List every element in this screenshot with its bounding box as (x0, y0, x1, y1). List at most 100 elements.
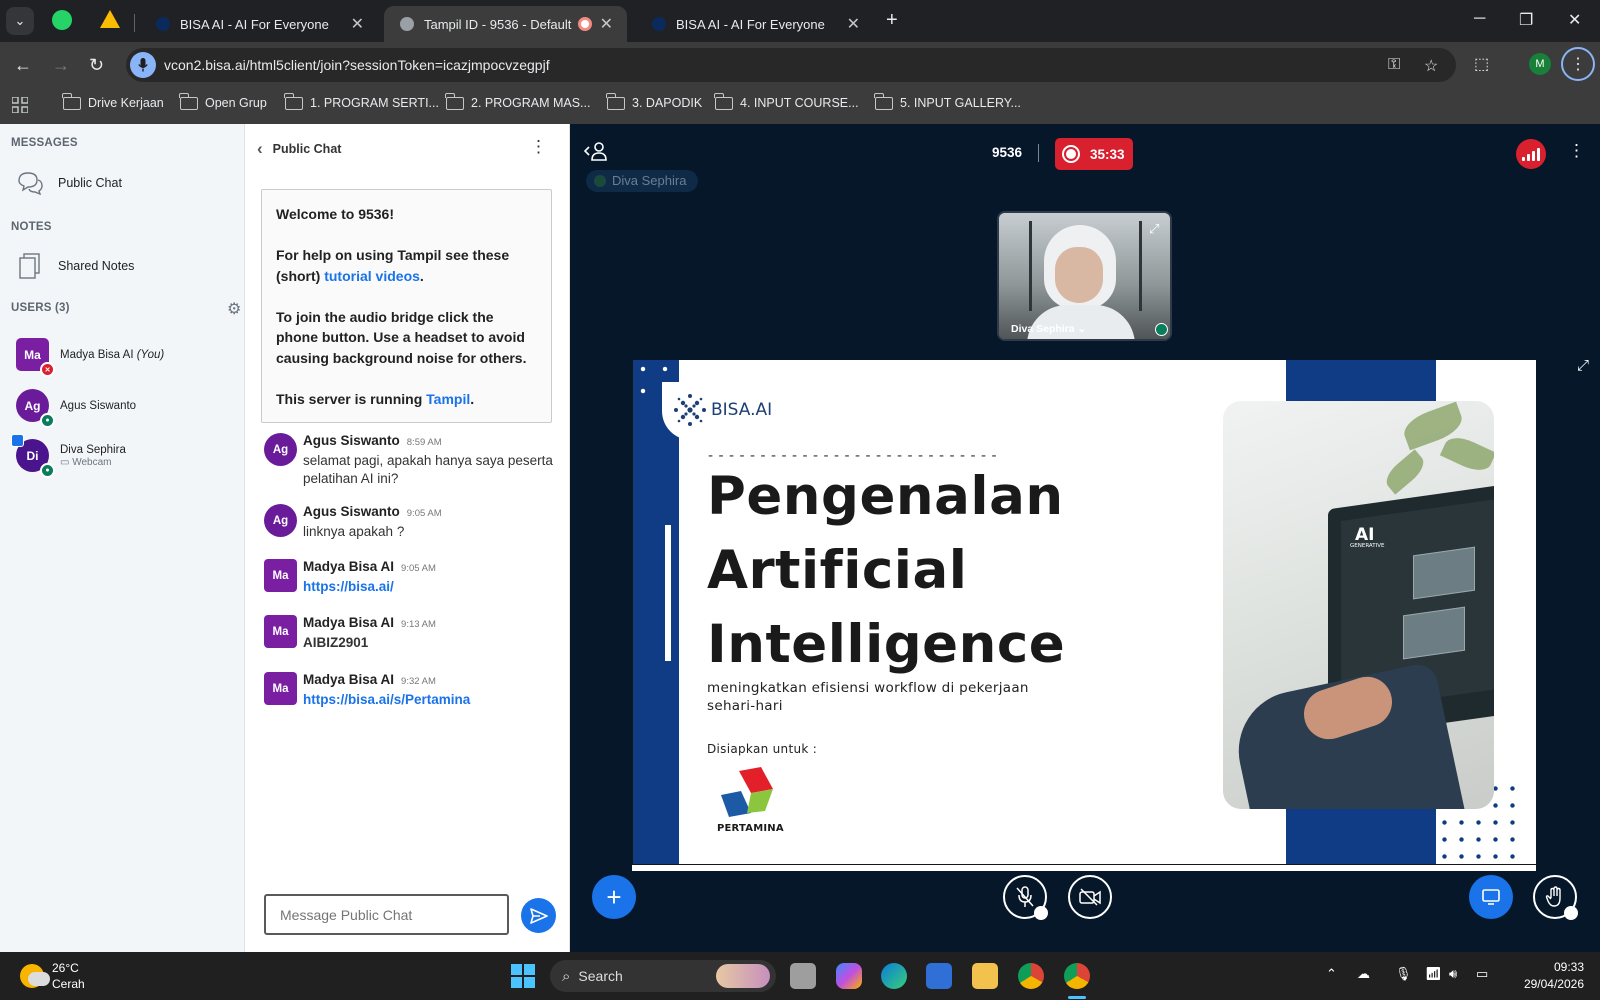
mic-in-use-icon[interactable] (130, 52, 156, 78)
url-text: vcon2.bisa.ai/html5client/join?sessionTo… (164, 57, 550, 73)
fullscreen-icon[interactable]: ⤢ (1149, 221, 1159, 237)
presentation-fullscreen-icon[interactable]: ⤢ (1577, 357, 1589, 374)
tab-label: Tampil ID - 9536 - Default p (424, 16, 572, 32)
weather-text: 26°C Cerah (52, 960, 85, 992)
reload-button[interactable]: ↻ (89, 55, 104, 76)
connection-status-button[interactable] (1516, 139, 1546, 169)
chat-header[interactable]: ‹ Public Chat (257, 139, 341, 159)
share-screen-button[interactable] (1469, 875, 1513, 919)
task-view-icon[interactable] (790, 963, 816, 989)
bookmark-program-mas[interactable]: 2. PROGRAM MAS... (445, 92, 590, 110)
copilot-icon[interactable] (836, 963, 862, 989)
close-icon[interactable]: ✕ (351, 14, 364, 34)
messages-section-title: MESSAGES (11, 137, 78, 149)
back-button[interactable]: ← (14, 55, 32, 76)
omnibox[interactable]: vcon2.bisa.ai/html5client/join?sessionTo… (126, 48, 1456, 82)
message-link[interactable]: https://bisa.ai/ (303, 578, 559, 596)
recording-icon (577, 17, 592, 31)
bookmark-open-grup[interactable]: Open Grup (179, 92, 267, 110)
camera-button[interactable] (1068, 875, 1112, 919)
chat-options-button[interactable]: ⋮ (530, 137, 547, 157)
bookmark-label: Drive Kerjaan (88, 96, 164, 110)
file-explorer-icon[interactable] (972, 963, 998, 989)
close-window-button[interactable]: ✕ (1568, 10, 1581, 30)
restore-button[interactable]: ❐ (1519, 10, 1533, 30)
public-chat-item[interactable]: Public Chat (16, 169, 122, 197)
tab-bisa-ai-2[interactable]: BISA AI - AI For Everyone ✕ (636, 6, 874, 42)
chevron-up-icon[interactable] (1564, 906, 1578, 920)
microphone-icon[interactable]: 🎙︎ (1395, 966, 1412, 982)
message-link[interactable]: https://bisa.ai/s/Pertamina (303, 691, 559, 709)
help-line: For help on using Tampil see these (shor… (276, 245, 537, 286)
onedrive-icon[interactable]: ☁ (1357, 966, 1370, 982)
tab-bisa-ai-1[interactable]: BISA AI - AI For Everyone ✕ (140, 6, 378, 42)
shared-notes-item[interactable]: Shared Notes (16, 252, 134, 280)
bookmark-input-gallery[interactable]: 5. INPUT GALLERY... (874, 92, 1021, 110)
plant-leaf (1439, 431, 1494, 477)
webcam-user-name[interactable]: Diva Sephira ⌄ (1011, 323, 1086, 335)
send-button[interactable] (521, 898, 556, 933)
toggle-user-list-icon[interactable] (583, 141, 608, 165)
chrome-profile-icon[interactable] (1064, 963, 1090, 989)
server-line: This server is running Tampil. (276, 389, 537, 410)
folder-icon (62, 92, 81, 110)
user-list-item[interactable]: Ag ● Agus Siswanto (16, 389, 136, 428)
raise-hand-button[interactable] (1533, 875, 1578, 920)
chrome-icon[interactable] (1018, 963, 1044, 989)
tampil-link[interactable]: Tampil (426, 391, 470, 407)
webcam-video-tile[interactable]: Diva Sephira ⌄ ⤢ (997, 211, 1172, 341)
profile-avatar[interactable]: M (1529, 53, 1551, 75)
close-icon[interactable]: ✕ (847, 14, 860, 34)
address-bar-row: ← → ↻ vcon2.bisa.ai/html5client/join?ses… (0, 42, 1600, 88)
chrome-menu-button[interactable]: ⋮ (1561, 47, 1595, 81)
presentation-slide: BISA.AI - - - - - - - - - - - - - - - - … (633, 360, 1536, 864)
chevron-up-icon[interactable] (1034, 906, 1048, 920)
apps-grid-icon[interactable] (12, 97, 28, 113)
message-text: linknya apakah ? (303, 524, 405, 539)
bookmark-dapodik[interactable]: 3. DAPODIK (606, 92, 702, 110)
tab-search-button[interactable]: ⌄ (6, 7, 34, 35)
new-tab-button[interactable]: + (886, 9, 898, 32)
screen-thumbnail (1413, 546, 1475, 600)
whatsapp-pinned-tab[interactable] (52, 10, 72, 30)
drive-pinned-tab[interactable] (100, 10, 120, 28)
taskbar-search[interactable]: ⌕ Search (550, 960, 776, 992)
muted-mic-icon (1016, 886, 1034, 907)
recording-indicator[interactable]: 35:33 (1055, 138, 1133, 170)
chevron-left-icon[interactable]: ‹ (257, 139, 263, 159)
message-input[interactable] (264, 894, 509, 935)
edge-icon[interactable] (881, 963, 907, 989)
slide-photo: AI GENERATIVE (1223, 401, 1494, 809)
tab-tampil[interactable]: Tampil ID - 9536 - Default p ✕ (384, 6, 627, 42)
forward-button[interactable]: → (52, 55, 70, 76)
bookmark-input-course[interactable]: 4. INPUT COURSE... (714, 92, 859, 110)
minimize-button[interactable]: ─ (1474, 10, 1485, 28)
bookmark-drive-kerjaan[interactable]: Drive Kerjaan (62, 92, 164, 110)
extensions-icon[interactable]: ⬚ (1474, 54, 1489, 74)
windows-start-icon[interactable] (511, 964, 535, 988)
bookmark-program-serti[interactable]: 1. PROGRAM SERTI... (284, 92, 439, 110)
tab-label: BISA AI - AI For Everyone (676, 16, 825, 32)
tutorial-videos-link[interactable]: tutorial videos (324, 268, 420, 284)
chevron-up-icon[interactable]: ⌃ (1326, 966, 1337, 982)
meeting-options-button[interactable]: ⋮ (1568, 141, 1585, 161)
store-icon[interactable] (926, 963, 952, 989)
wifi-icon[interactable]: 📶︎ (1425, 966, 1442, 982)
user-name-text: Diva Sephira (60, 443, 126, 456)
battery-icon[interactable]: ▭ (1476, 966, 1488, 982)
chat-panel: ‹ Public Chat ⋮ Welcome to 9536! For hel… (245, 124, 570, 952)
password-key-icon[interactable]: ⚿ (1388, 56, 1400, 74)
user-list-item[interactable]: Di ● Diva Sephira ▭ Webcam (11, 434, 126, 478)
slide-title: Pengenalan Artificial Intelligence (707, 460, 1065, 682)
gear-icon[interactable]: ⚙ (227, 299, 241, 319)
system-clock[interactable]: 09:33 29/04/2026 (1516, 959, 1584, 993)
mute-button[interactable] (1003, 875, 1048, 920)
close-icon[interactable]: ✕ (600, 14, 613, 34)
weather-widget[interactable]: 26°C Cerah (20, 960, 85, 992)
talking-indicator[interactable]: Diva Sephira (586, 170, 699, 192)
bookmark-star-icon[interactable]: ☆ (1424, 56, 1438, 76)
bisa-ai-favicon-icon (156, 17, 170, 31)
actions-plus-button[interactable]: + (592, 875, 636, 919)
user-list-item[interactable]: Ma ✕ Madya Bisa AI (You) (16, 338, 164, 377)
volume-icon[interactable]: 🔊︎ (1449, 966, 1457, 982)
